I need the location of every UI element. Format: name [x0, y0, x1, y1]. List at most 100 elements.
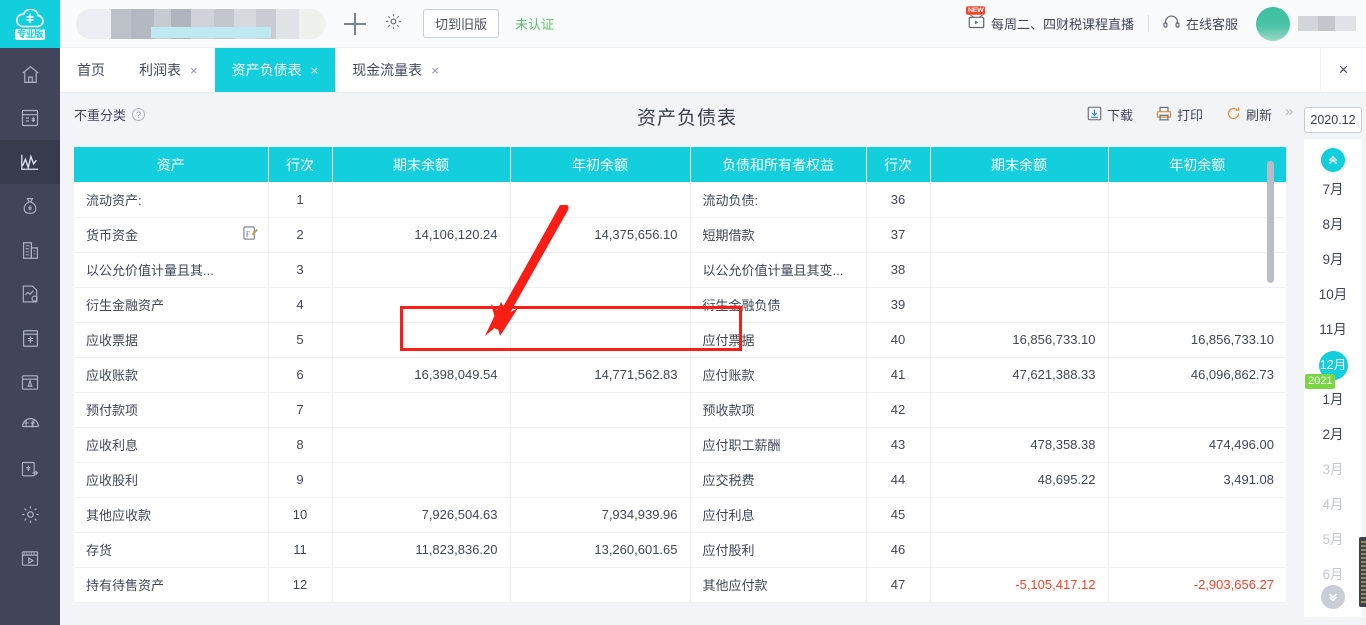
cell-liability-name[interactable]: 预收款项 — [690, 392, 867, 428]
col-begin-balance-right[interactable]: 年初余额 — [1108, 147, 1286, 182]
cell-end-balance-right[interactable] — [930, 217, 1109, 253]
sidebar-item-invoice[interactable] — [0, 316, 60, 360]
cell-asset-name[interactable]: 预付款项 — [74, 392, 269, 428]
formula-fx-icon[interactable]: F — [242, 225, 258, 244]
cell-asset-name[interactable]: 衍生金融资产 — [74, 287, 269, 323]
cell-begin-balance-left[interactable] — [510, 322, 691, 358]
download-button[interactable]: 下载 — [1087, 105, 1133, 124]
cell-end-balance-right[interactable] — [930, 252, 1109, 288]
cell-end-balance-right[interactable] — [930, 497, 1109, 533]
cell-end-balance-right[interactable]: -5,105,417.12 — [930, 567, 1109, 603]
page-scrollbar[interactable] — [1359, 537, 1366, 607]
col-line-no-right[interactable]: 行次 — [866, 147, 931, 182]
sidebar-item-archive[interactable] — [0, 360, 60, 404]
cell-asset-name[interactable]: 应收账款 — [74, 357, 269, 393]
month-item[interactable]: 8月 — [1304, 207, 1362, 242]
table-row[interactable]: 以公允价值计量且其... 3 以公允价值计量且其变... 38 — [74, 252, 1286, 288]
col-begin-balance-left[interactable]: 年初余额 — [510, 147, 691, 182]
cell-liability-name[interactable]: 其他应付款 — [690, 567, 867, 603]
month-item[interactable]: 10月 — [1304, 277, 1362, 312]
cell-end-balance-left[interactable] — [332, 392, 511, 428]
sidebar-item-analysis[interactable] — [0, 272, 60, 316]
cell-asset-name[interactable]: 应收利息 — [74, 427, 269, 463]
period-input[interactable]: 2020.12 — [1304, 107, 1362, 133]
live-course-link[interactable]: NEW 每周二、四财税课程直播 — [965, 6, 1134, 33]
sidebar-item-tax[interactable] — [0, 404, 60, 448]
cell-liability-name[interactable]: 应付账款 — [690, 357, 867, 393]
close-icon[interactable]: × — [431, 64, 439, 77]
cell-liability-name[interactable]: 衍生金融负债 — [690, 287, 867, 323]
cell-asset-name[interactable]: 流动资产: — [74, 182, 269, 218]
cell-asset-name[interactable]: 持有待售资产 — [74, 567, 269, 603]
cell-begin-balance-left[interactable]: 7,934,939.96 — [510, 497, 691, 533]
cell-end-balance-right[interactable]: 48,695.22 — [930, 462, 1109, 498]
cell-liability-name[interactable]: 以公允价值计量且其变... — [690, 252, 867, 288]
cell-begin-balance-left[interactable] — [510, 462, 691, 498]
scroll-down-icon[interactable] — [1321, 585, 1345, 609]
month-item[interactable]: 11月 — [1304, 312, 1362, 347]
refresh-button[interactable]: 刷新 — [1226, 105, 1272, 124]
cell-end-balance-left[interactable] — [332, 427, 511, 463]
company-name-redacted[interactable] — [76, 8, 326, 39]
sidebar-item-settlement[interactable] — [0, 448, 60, 492]
sidebar-item-settings[interactable] — [0, 492, 60, 536]
sidebar-item-assets[interactable] — [0, 228, 60, 272]
print-button[interactable]: 打印 — [1156, 105, 1203, 124]
cell-liability-name[interactable]: 应付职工薪酬 — [690, 427, 867, 463]
cell-end-balance-left[interactable]: 14,106,120.24 — [332, 217, 511, 253]
cell-begin-balance-left[interactable]: 13,260,601.65 — [510, 532, 691, 568]
cell-begin-balance-left[interactable] — [510, 392, 691, 428]
uncertified-status[interactable]: 未认证 — [515, 14, 554, 33]
app-logo[interactable]: 专业版 — [0, 0, 60, 48]
cell-begin-balance-right[interactable] — [1108, 217, 1286, 253]
cell-end-balance-left[interactable] — [332, 252, 511, 288]
month-item[interactable]: 7月 — [1304, 172, 1362, 207]
cell-asset-name[interactable]: 应收股利 — [74, 462, 269, 498]
sidebar-item-home[interactable] — [0, 52, 60, 96]
cell-begin-balance-left[interactable] — [510, 252, 691, 288]
tab-income-statement[interactable]: 利润表 × — [122, 48, 215, 92]
cell-begin-balance-left[interactable] — [510, 567, 691, 603]
cell-begin-balance-right[interactable] — [1108, 532, 1286, 568]
cell-end-balance-left[interactable]: 11,823,836.20 — [332, 532, 511, 568]
cell-begin-balance-right[interactable]: 3,491.08 — [1108, 462, 1286, 498]
table-row[interactable]: 预付款项 7 预收款项 42 — [74, 392, 1286, 428]
table-row[interactable]: 存货 11 11,823,836.20 13,260,601.65 应付股利 46 — [74, 532, 1286, 568]
table-row[interactable]: 衍生金融资产 4 衍生金融负债 39 — [74, 287, 1286, 323]
gear-icon[interactable] — [384, 12, 403, 36]
table-vertical-scrollbar[interactable] — [1267, 141, 1274, 611]
sidebar-item-reports[interactable] — [0, 140, 60, 184]
table-row[interactable]: 应收利息 8 应付职工薪酬 43 478,358.38 474,496.00 — [74, 427, 1286, 463]
cell-begin-balance-left[interactable]: 14,771,562.83 — [510, 357, 691, 393]
table-row[interactable]: 货币资金 F 2 14,106,120.24 14,375,656.10 短期借款 37 — [74, 217, 1286, 253]
close-all-tabs-icon[interactable]: × — [1320, 48, 1366, 92]
cell-end-balance-left[interactable] — [332, 322, 511, 358]
cell-begin-balance-right[interactable] — [1108, 392, 1286, 428]
col-line-no-left[interactable]: 行次 — [268, 147, 333, 182]
cell-asset-name[interactable]: 应收票据 — [74, 322, 269, 358]
cell-asset-name[interactable]: 其他应收款 — [74, 497, 269, 533]
table-row[interactable]: 持有待售资产 12 其他应付款 47 -5,105,417.12 -2,903,656.2… — [74, 567, 1286, 603]
cell-end-balance-right[interactable]: 47,621,388.33 — [930, 357, 1109, 393]
cell-end-balance-left[interactable] — [332, 567, 511, 603]
cell-end-balance-left[interactable]: 7,926,504.63 — [332, 497, 511, 533]
month-item[interactable]: 2月 — [1304, 417, 1362, 452]
cell-begin-balance-right[interactable] — [1108, 287, 1286, 323]
col-assets[interactable]: 资产 — [74, 147, 269, 182]
cell-begin-balance-left[interactable] — [510, 182, 691, 218]
cell-begin-balance-right[interactable] — [1108, 252, 1286, 288]
cell-liability-name[interactable]: 短期借款 — [690, 217, 867, 253]
user-profile[interactable] — [1256, 6, 1356, 41]
cell-begin-balance-left[interactable] — [510, 427, 691, 463]
cell-end-balance-right[interactable] — [930, 392, 1109, 428]
cell-asset-name[interactable]: 货币资金 F — [74, 217, 269, 253]
tab-cash-flow-statement[interactable]: 现金流量表 × — [335, 48, 456, 92]
cell-end-balance-left[interactable] — [332, 182, 511, 218]
cell-begin-balance-left[interactable]: 14,375,656.10 — [510, 217, 691, 253]
table-row[interactable]: 应收股利 9 应交税费 44 48,695.22 3,491.08 — [74, 462, 1286, 498]
cell-begin-balance-right[interactable] — [1108, 497, 1286, 533]
table-row[interactable]: 其他应收款 10 7,926,504.63 7,934,939.96 应付利息 45 — [74, 497, 1286, 533]
col-end-balance-left[interactable]: 期末余额 — [332, 147, 511, 182]
scroll-up-icon[interactable] — [1321, 148, 1345, 172]
cell-begin-balance-left[interactable] — [510, 287, 691, 323]
